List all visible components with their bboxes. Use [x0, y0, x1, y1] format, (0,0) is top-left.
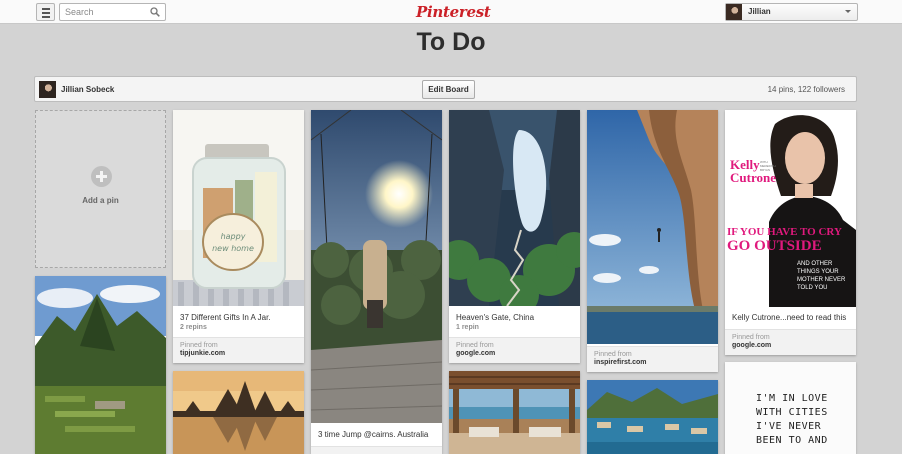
pin-source-link[interactable]: inspirefirst.com: [594, 359, 647, 366]
add-pin-card[interactable]: Add a pin: [35, 110, 166, 268]
svg-text:happy: happy: [221, 232, 246, 241]
pin-card[interactable]: Kelly Cutrone WITH MEREDITH BRYAN IF YOU…: [725, 110, 856, 355]
pin-source-box: [311, 446, 442, 454]
pin-repins[interactable]: 1 repin: [456, 324, 479, 331]
book-subtitle: AND OTHER THINGS YOUR MOTHER NEVER TOLD …: [797, 261, 846, 291]
user-avatar: [726, 4, 742, 20]
pin-image[interactable]: [587, 110, 718, 344]
pin-image[interactable]: [587, 380, 718, 454]
pin-image[interactable]: [35, 276, 166, 454]
owner-avatar[interactable]: [39, 81, 56, 98]
pinterest-logo[interactable]: Pinterest: [416, 3, 491, 21]
pin-source-box: Pinned from google.com: [449, 337, 580, 363]
search-box: [59, 3, 166, 21]
pin-card[interactable]: [173, 371, 304, 454]
book-coauthor: WITH MEREDITH BRYAN: [760, 160, 776, 172]
add-pin-label: Add a pin: [82, 196, 119, 205]
menu-button[interactable]: [36, 3, 55, 21]
search-input[interactable]: [60, 4, 148, 20]
search-icon[interactable]: [150, 7, 160, 17]
pinned-from-label: Pinned from: [594, 351, 632, 358]
pin-description: Kelly Cutrone...need to read this: [732, 313, 847, 322]
board-title: To Do: [416, 28, 486, 56]
pin-image[interactable]: Kelly Cutrone WITH MEREDITH BRYAN IF YOU…: [725, 110, 856, 307]
user-menu[interactable]: Jillian: [725, 3, 858, 21]
pin-card[interactable]: Pinned from inspirefirst.com: [587, 110, 718, 372]
menu-icon: [42, 8, 50, 10]
pin-description: 37 Different Gifts In A Jar.: [180, 313, 271, 322]
pin-source-box: Pinned from google.com: [725, 329, 856, 355]
pin-card[interactable]: happy new home 37 Different Gifts In A J…: [173, 110, 304, 363]
quote-text: I'M IN LOVE WITH CITIES I'VE NEVER BEEN …: [756, 393, 828, 446]
pin-source-box: Pinned from tipjunkie.com: [173, 337, 304, 363]
pin-image[interactable]: happy new home: [173, 110, 304, 306]
pin-card[interactable]: [587, 380, 718, 454]
board-stats: 14 pins, 122 followers: [767, 85, 845, 94]
pin-source-box: Pinned from inspirefirst.com: [587, 346, 718, 372]
top-navigation-bar: Pinterest Jillian: [0, 0, 902, 24]
board-owner-name[interactable]: Jillian Sobeck: [61, 85, 114, 94]
pin-card[interactable]: [449, 371, 580, 454]
pin-card[interactable]: I'M IN LOVE WITH CITIES I'VE NEVER BEEN …: [725, 362, 856, 454]
pin-source-link[interactable]: tipjunkie.com: [180, 350, 225, 357]
pin-image[interactable]: [173, 371, 304, 454]
pinned-from-label: Pinned from: [180, 342, 218, 349]
pin-source-link[interactable]: google.com: [732, 342, 771, 349]
chevron-down-icon: [845, 10, 851, 13]
pin-image[interactable]: [311, 110, 442, 423]
user-name: Jillian: [748, 7, 771, 16]
pinned-from-label: Pinned from: [732, 334, 770, 341]
book-title: IF YOU HAVE TO CRY GO OUTSIDE: [727, 226, 842, 254]
pin-card[interactable]: 3 time Jump @cairns. Australia: [311, 110, 442, 454]
pinned-from-label: Pinned from: [456, 342, 494, 349]
plus-icon: [91, 166, 112, 187]
pin-repins[interactable]: 2 repins: [180, 324, 207, 331]
pin-source-link[interactable]: google.com: [456, 350, 495, 357]
pin-image[interactable]: [449, 371, 580, 454]
pin-image[interactable]: I'M IN LOVE WITH CITIES I'VE NEVER BEEN …: [725, 362, 856, 454]
pin-image[interactable]: [449, 110, 580, 306]
pin-description: 3 time Jump @cairns. Australia: [318, 430, 429, 439]
pin-card[interactable]: Heaven's Gate, China 1 repin Pinned from…: [449, 110, 580, 363]
board-info-bar: Jillian Sobeck Edit Board 14 pins, 122 f…: [34, 76, 857, 102]
edit-board-button[interactable]: Edit Board: [422, 80, 475, 99]
svg-text:new home: new home: [212, 244, 254, 253]
pin-card[interactable]: [35, 276, 166, 454]
pin-description: Heaven's Gate, China: [456, 313, 535, 322]
